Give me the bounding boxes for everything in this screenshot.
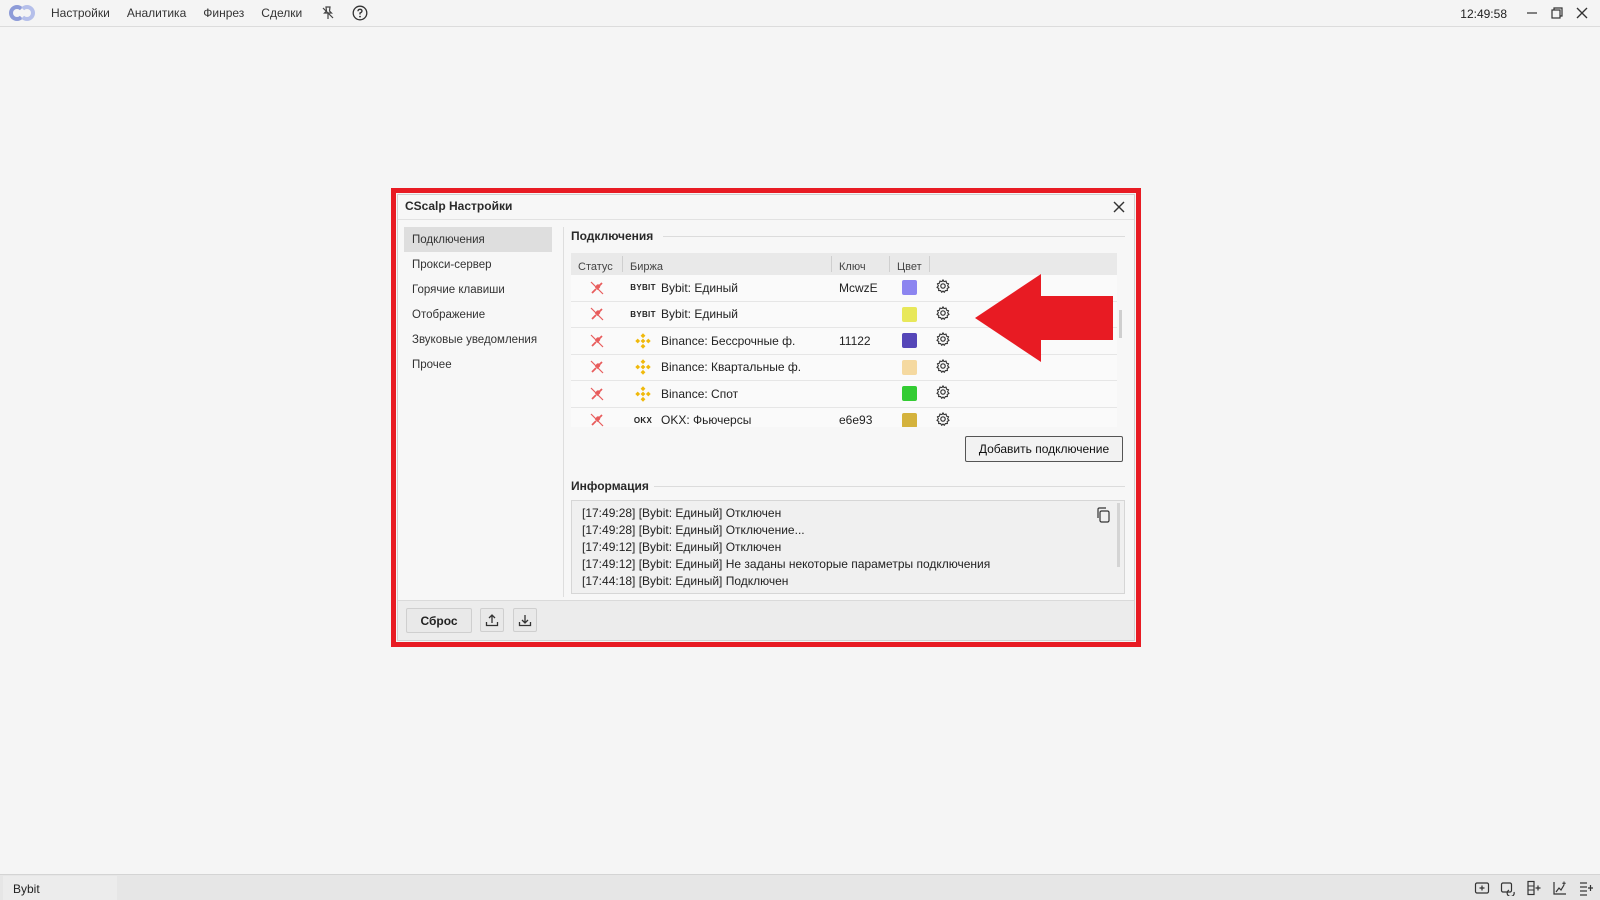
color-swatch[interactable] — [902, 386, 917, 402]
key-cell: 11122 — [839, 333, 871, 348]
color-swatch[interactable] — [902, 333, 917, 349]
gear-icon[interactable] — [930, 306, 960, 323]
color-cell — [890, 306, 930, 322]
red-arrow-icon — [975, 274, 1113, 362]
exchange-name: Bybit: Единый — [661, 280, 739, 295]
disconnected-icon[interactable] — [571, 280, 623, 296]
disconnected-icon[interactable] — [571, 412, 623, 427]
log-scrollbar[interactable] — [1117, 503, 1120, 567]
menu-finres[interactable]: Финрез — [203, 6, 244, 20]
download-icon[interactable] — [513, 608, 537, 632]
clock: 12:49:58 — [1460, 7, 1507, 21]
exchange-name: Bybit: Единый — [661, 307, 739, 322]
copy-icon[interactable] — [1096, 507, 1110, 523]
exchange-name: Binance: Бессрочные ф. — [661, 333, 796, 348]
menu-settings[interactable]: Настройки — [51, 6, 110, 20]
color-swatch[interactable] — [902, 359, 917, 375]
exchange-name: Binance: Спот — [661, 386, 739, 401]
gear-icon[interactable] — [930, 359, 960, 376]
add-column-icon[interactable] — [1526, 880, 1542, 896]
log-line: [17:44:18] [Bybit: Единый] Подключен — [582, 574, 789, 588]
upload-icon[interactable] — [480, 608, 504, 632]
table-scrollbar[interactable] — [1119, 310, 1122, 338]
table-row[interactable]: OKX OKX: Фьючерсы e6e93 — [571, 408, 1117, 427]
restore-icon[interactable] — [1544, 4, 1569, 22]
nav-hotkeys[interactable]: Горячие клавиши — [404, 277, 552, 302]
add-connection-button[interactable]: Добавить подключение — [965, 436, 1123, 462]
color-swatch[interactable] — [902, 412, 917, 427]
disconnected-icon[interactable] — [571, 386, 623, 402]
exchange-cell: Binance: Спот — [623, 386, 832, 402]
info-log: [17:49:28] [Bybit: Единый] Отключен [17:… — [571, 500, 1125, 594]
gear-icon[interactable] — [930, 279, 960, 296]
pin-off-icon[interactable] — [319, 4, 337, 22]
settings-nav: Подключения Прокси-сервер Горячие клавиш… — [404, 227, 552, 377]
color-swatch[interactable] — [902, 280, 917, 296]
close-icon[interactable] — [1569, 4, 1594, 22]
menu-analytics[interactable]: Аналитика — [127, 6, 186, 20]
gear-icon[interactable] — [930, 332, 960, 349]
key-cell: e6e93 — [839, 413, 873, 427]
minimize-icon[interactable] — [1519, 4, 1544, 22]
exchange-name: Binance: Квартальные ф. — [661, 360, 802, 375]
col-status[interactable]: Статус — [571, 256, 623, 273]
log-line: [17:49:28] [Bybit: Единый] Отключен — [582, 506, 782, 520]
log-line: [17:49:12] [Bybit: Единый] Не заданы нек… — [582, 557, 991, 571]
log-line: [17:49:12] [Bybit: Единый] Отключен — [582, 540, 782, 554]
key-cell: McwzE — [839, 280, 878, 295]
nav-sound-alerts[interactable]: Звуковые уведомления — [404, 327, 552, 352]
main-menu: Настройки Аналитика Финрез Сделки — [51, 6, 319, 20]
menu-trades[interactable]: Сделки — [261, 6, 302, 20]
disconnected-icon[interactable] — [571, 333, 623, 349]
color-cell — [890, 280, 930, 296]
okx-logo: OKX — [633, 415, 653, 425]
add-list-icon[interactable] — [1578, 880, 1594, 896]
col-color[interactable]: Цвет — [890, 256, 930, 273]
color-cell — [890, 333, 930, 349]
col-key[interactable]: Ключ — [832, 256, 890, 273]
status-bar: Bybit — [0, 874, 1600, 900]
nav-proxy[interactable]: Прокси-сервер — [404, 252, 552, 277]
table-header: Статус Биржа Ключ Цвет — [571, 253, 1117, 275]
gear-icon[interactable] — [930, 412, 960, 427]
exchange-cell: OKX OKX: Фьючерсы — [623, 413, 832, 427]
status-tab-bybit[interactable]: Bybit — [3, 876, 117, 900]
bybit-logo: BYBIT — [630, 309, 656, 319]
settings-dialog: CScalp Настройки Подключения Прокси-серв… — [397, 194, 1135, 641]
table-row[interactable]: Binance: Спот — [571, 381, 1117, 408]
info-title: Информация — [571, 479, 649, 493]
add-window-icon[interactable] — [1474, 880, 1490, 896]
app-logo — [9, 5, 35, 21]
color-swatch[interactable] — [902, 306, 917, 322]
binance-logo-icon — [631, 333, 655, 349]
connections-title: Подключения — [571, 229, 654, 243]
nav-connections[interactable]: Подключения — [404, 227, 552, 252]
binance-logo-icon — [631, 359, 655, 375]
disconnected-icon[interactable] — [571, 359, 623, 375]
bybit-logo: BYBIT — [630, 283, 656, 293]
col-exchange[interactable]: Биржа — [623, 256, 832, 273]
binance-logo-icon — [631, 386, 655, 402]
exchange-cell: Binance: Бессрочные ф. — [623, 333, 832, 349]
sync-window-icon[interactable] — [1500, 880, 1516, 896]
help-icon[interactable] — [351, 4, 369, 22]
dialog-title: CScalp Настройки — [405, 199, 513, 213]
color-cell — [890, 386, 930, 402]
color-cell — [890, 359, 930, 375]
exchange-cell: BYBIT Bybit: Единый — [623, 307, 832, 321]
nav-display[interactable]: Отображение — [404, 302, 552, 327]
exchange-name: OKX: Фьючерсы — [661, 413, 752, 427]
disconnected-icon[interactable] — [571, 306, 623, 322]
gear-icon[interactable] — [930, 385, 960, 402]
exchange-cell: Binance: Квартальные ф. — [623, 359, 832, 375]
color-cell — [890, 412, 930, 427]
dialog-footer: Сброс — [398, 600, 1134, 640]
top-bar: Настройки Аналитика Финрез Сделки 12:49:… — [0, 0, 1600, 27]
dialog-close-icon[interactable] — [1112, 200, 1126, 214]
reset-button[interactable]: Сброс — [406, 608, 472, 633]
exchange-cell: BYBIT Bybit: Единый — [623, 281, 832, 295]
add-chart-icon[interactable] — [1552, 880, 1568, 896]
nav-other[interactable]: Прочее — [404, 352, 552, 377]
log-line: [17:49:28] [Bybit: Единый] Отключение... — [582, 523, 805, 537]
